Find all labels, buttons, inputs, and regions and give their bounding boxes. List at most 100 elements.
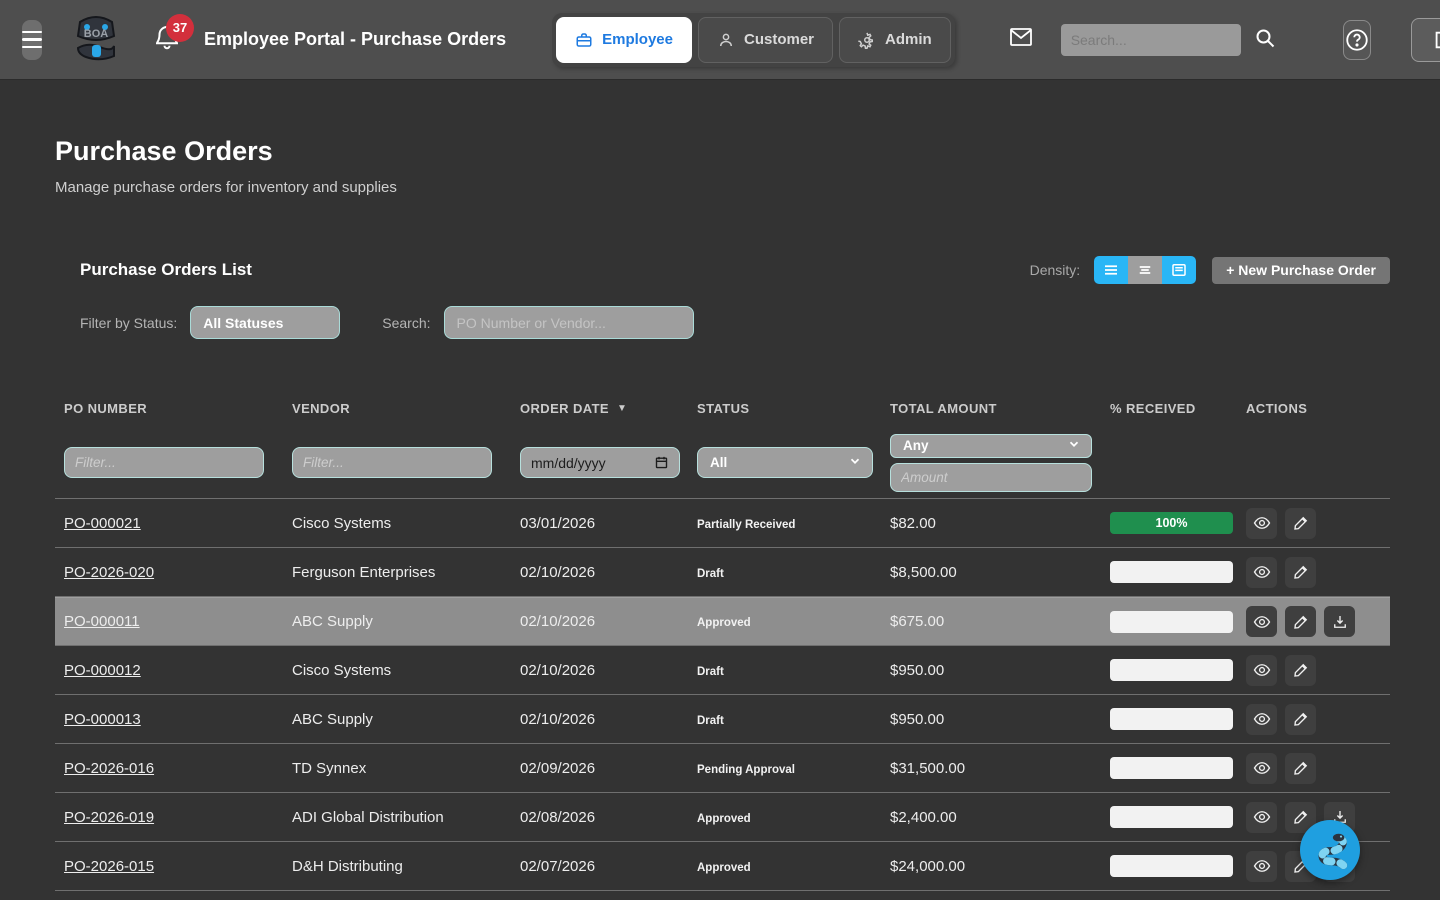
table-row[interactable]: PO-2026-020Ferguson Enterprises02/10/202…: [55, 548, 1390, 597]
edit-button[interactable]: [1285, 606, 1316, 637]
received-progress-bar: [1110, 708, 1233, 730]
panel-header: Purchase Orders List Density: + New Purc…: [55, 256, 1390, 284]
vendor-cell: D&H Distributing: [283, 858, 511, 875]
edit-button[interactable]: [1285, 655, 1316, 686]
global-search-input[interactable]: [1061, 24, 1241, 56]
amount-operator-select[interactable]: Any: [890, 434, 1092, 458]
column-header-order-date[interactable]: ORDER DATE▼: [511, 401, 688, 416]
view-button[interactable]: [1246, 704, 1277, 735]
edit-button[interactable]: [1285, 508, 1316, 539]
chevron-down-icon: [848, 454, 862, 471]
po-link[interactable]: PO-2026-019: [64, 809, 154, 826]
page-subtitle: Manage purchase orders for inventory and…: [55, 179, 1390, 196]
po-link[interactable]: PO-2026-015: [64, 858, 154, 875]
vendor-cell: Cisco Systems: [283, 662, 511, 679]
status-cell: Approved: [688, 858, 881, 875]
new-purchase-order-button[interactable]: + New Purchase Order: [1212, 257, 1390, 284]
received-cell: [1101, 855, 1237, 877]
search-filter-label: Search:: [382, 315, 430, 331]
table-row[interactable]: PO-000011ABC Supply02/10/2026Approved$67…: [55, 597, 1390, 646]
page-title: Purchase Orders: [55, 136, 1390, 167]
status-badge: Approved: [697, 862, 751, 874]
po-link[interactable]: PO-000012: [64, 662, 141, 679]
list-icon: [1102, 261, 1120, 279]
purchase-orders-table: PO NUMBER VENDOR ORDER DATE▼ STATUS TOTA…: [55, 389, 1390, 891]
tab-employee[interactable]: Employee: [556, 17, 692, 63]
column-header-total[interactable]: TOTAL AMOUNT: [881, 401, 1101, 416]
actions-cell: [1237, 704, 1390, 735]
eye-icon: [1253, 759, 1271, 777]
status-cell: Pending Approval: [688, 760, 881, 777]
notifications-bell[interactable]: 37: [152, 20, 182, 60]
pencil-icon: [1292, 759, 1310, 777]
amount-filter-input[interactable]: [890, 463, 1092, 492]
status-filter-select[interactable]: All Statuses: [190, 306, 340, 339]
person-icon: [717, 31, 735, 49]
view-button[interactable]: [1246, 557, 1277, 588]
column-header-vendor[interactable]: VENDOR: [283, 401, 511, 416]
status-badge: Approved: [697, 617, 751, 629]
density-card-button[interactable]: [1162, 256, 1196, 284]
total-amount-cell: $950.00: [881, 662, 1101, 679]
download-button[interactable]: [1324, 606, 1355, 637]
eye-icon: [1253, 808, 1271, 826]
view-button[interactable]: [1246, 802, 1277, 833]
po-number-cell: PO-2026-019: [55, 809, 283, 826]
logout-icon: [1432, 29, 1440, 51]
received-cell: [1101, 659, 1237, 681]
po-number-filter-input[interactable]: [64, 447, 264, 478]
table-row[interactable]: PO-000012Cisco Systems02/10/2026Draft$95…: [55, 646, 1390, 695]
view-button[interactable]: [1246, 851, 1277, 882]
total-amount-cell: $8,500.00: [881, 564, 1101, 581]
edit-button[interactable]: [1285, 557, 1316, 588]
hamburger-menu-button[interactable]: [22, 20, 42, 60]
po-link[interactable]: PO-2026-016: [64, 760, 154, 777]
view-button[interactable]: [1246, 606, 1277, 637]
column-header-status[interactable]: STATUS: [688, 401, 881, 416]
table-row[interactable]: PO-2026-019ADI Global Distribution02/08/…: [55, 793, 1390, 842]
view-button[interactable]: [1246, 508, 1277, 539]
logout-button[interactable]: Logout: [1411, 18, 1440, 62]
po-link[interactable]: PO-000013: [64, 711, 141, 728]
table-row[interactable]: PO-000021Cisco Systems03/01/2026Partiall…: [55, 499, 1390, 548]
status-badge: Draft: [697, 568, 724, 580]
status-cell: Approved: [688, 613, 881, 630]
vendor-filter-input[interactable]: [292, 447, 492, 478]
column-header-actions: ACTIONS: [1237, 401, 1390, 416]
search-icon[interactable]: [1253, 26, 1277, 53]
table-body: PO-000021Cisco Systems03/01/2026Partiall…: [55, 499, 1390, 891]
view-button[interactable]: [1246, 753, 1277, 784]
column-header-received[interactable]: % RECEIVED: [1101, 401, 1237, 416]
help-button[interactable]: [1343, 20, 1371, 60]
po-link[interactable]: PO-2026-020: [64, 564, 154, 581]
po-number-cell: PO-000011: [55, 613, 283, 630]
edit-button[interactable]: [1285, 753, 1316, 784]
received-cell: [1101, 806, 1237, 828]
pencil-icon: [1292, 563, 1310, 581]
view-button[interactable]: [1246, 655, 1277, 686]
help-icon: [1344, 27, 1370, 53]
table-row[interactable]: PO-2026-015D&H Distributing02/07/2026App…: [55, 842, 1390, 891]
density-compact-button[interactable]: [1128, 256, 1162, 284]
po-link[interactable]: PO-000011: [64, 613, 140, 630]
density-comfortable-button[interactable]: [1094, 256, 1128, 284]
po-link[interactable]: PO-000021: [64, 515, 141, 532]
po-number-cell: PO-2026-015: [55, 858, 283, 875]
edit-button[interactable]: [1285, 704, 1316, 735]
po-vendor-search-input[interactable]: [444, 306, 694, 339]
calendar-icon[interactable]: [654, 455, 669, 473]
notification-badge: 37: [166, 14, 194, 42]
mail-icon[interactable]: [1007, 25, 1035, 54]
table-row[interactable]: PO-2026-016TD Synnex02/09/2026Pending Ap…: [55, 744, 1390, 793]
app-title: Employee Portal - Purchase Orders: [204, 29, 506, 50]
list-filters: Filter by Status: All Statuses Search:: [55, 306, 1390, 339]
status-column-filter-select[interactable]: All: [697, 447, 873, 478]
column-header-po[interactable]: PO NUMBER: [55, 401, 283, 416]
role-tab-group: Employee Customer Admin: [552, 13, 955, 67]
table-row[interactable]: PO-000013ABC Supply02/10/2026Draft$950.0…: [55, 695, 1390, 744]
order-date-filter-input[interactable]: mm/dd/yyyy: [520, 447, 680, 478]
status-cell: Draft: [688, 564, 881, 581]
tab-admin[interactable]: Admin: [839, 17, 951, 63]
tab-customer[interactable]: Customer: [698, 17, 833, 63]
assistant-fab[interactable]: [1300, 820, 1360, 880]
